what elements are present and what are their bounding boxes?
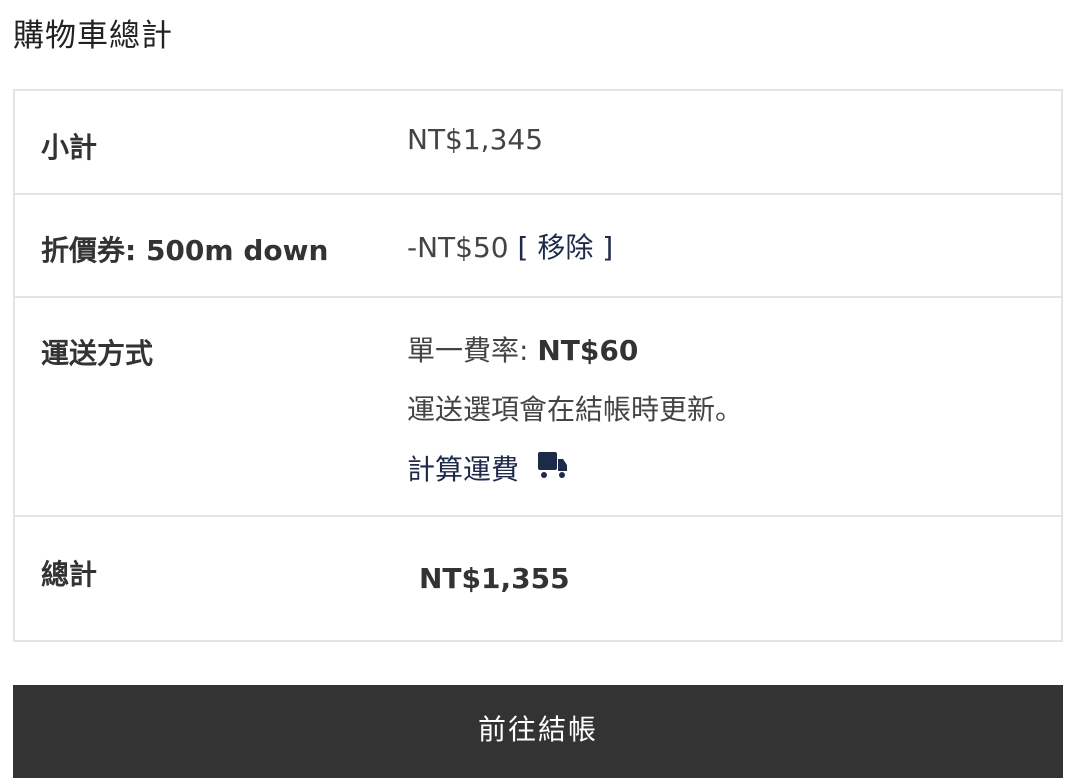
shipping-rate: 單一費率: NT$60 [407,329,638,369]
coupon-label: 折價券: 500m down [41,234,329,267]
shipping-row: 運送方式 單一費率: NT$60 運送選項會在結帳時更新。 計算運費 [15,298,1061,517]
subtotal-row: 小計 NT$1,345 [15,91,1061,195]
cart-totals-title: 購物車總計 [13,18,173,54]
coupon-discount-value: -NT$50 [407,231,509,264]
truck-icon [537,450,569,487]
coupon-row: 折價券: 500m down -NT$50 [ 移除 ] [15,195,1061,298]
coupon-value-wrap: -NT$50 [ 移除 ] [407,226,613,266]
shipping-label: 運送方式 [41,337,154,370]
shipping-note: 運送選項會在結帳時更新。 [407,393,744,426]
subtotal-label: 小計 [41,131,98,164]
total-value: NT$1,355 [419,562,570,595]
proceed-to-checkout-button[interactable]: 前往結帳 [13,685,1063,778]
subtotal-value: NT$1,345 [407,123,544,156]
cart-totals-table: 小計 NT$1,345 折價券: 500m down -NT$50 [ 移除 ]… [13,89,1063,642]
total-label: 總計 [41,558,98,591]
shipping-rate-label: 單一費率: [407,334,538,367]
calculate-shipping-label: 計算運費 [407,453,520,486]
total-row: 總計 NT$1,355 [15,517,1061,640]
remove-coupon-link[interactable]: [ 移除 ] [518,231,614,264]
calculate-shipping-link[interactable]: 計算運費 [407,448,569,488]
shipping-rate-value: NT$60 [537,334,639,367]
